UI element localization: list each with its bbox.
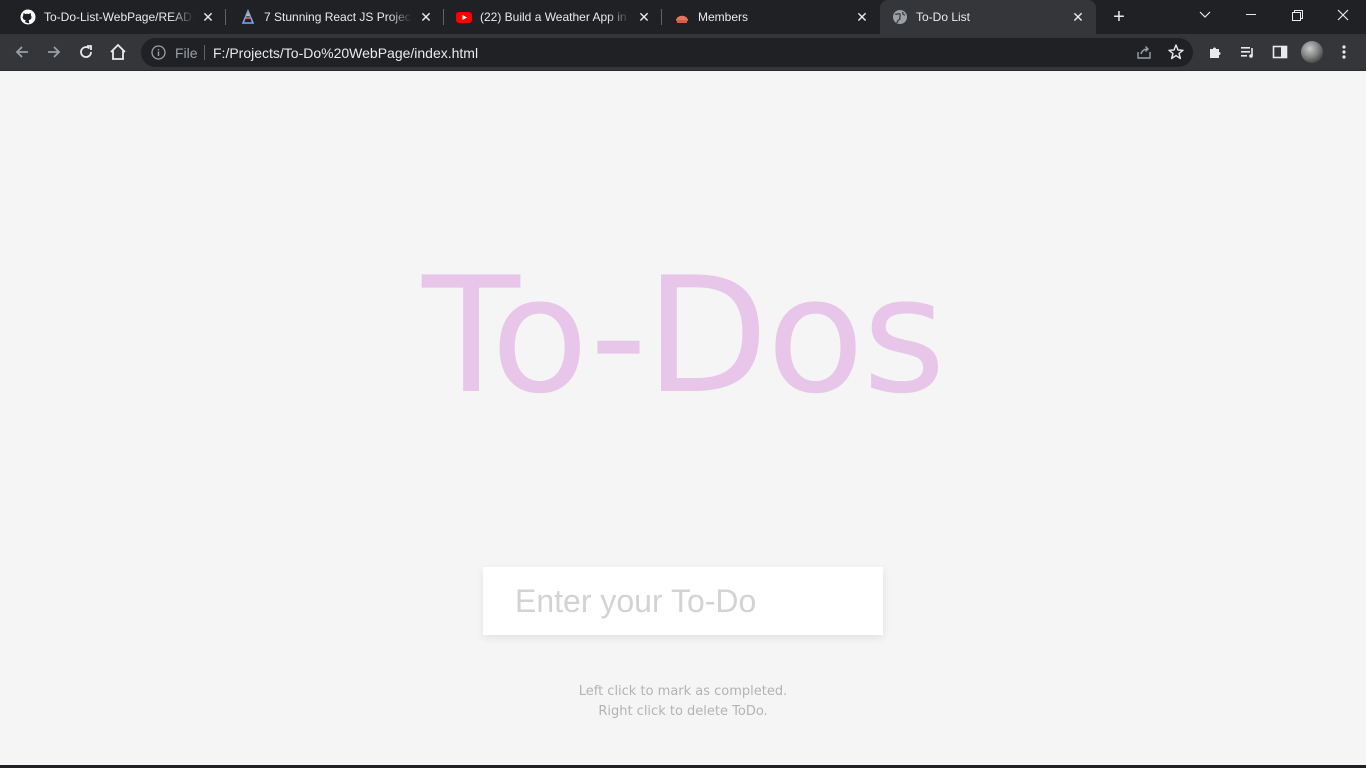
github-icon <box>20 9 36 25</box>
reload-icon[interactable] <box>73 39 99 65</box>
globe-icon <box>892 9 908 25</box>
forward-arrow-icon[interactable] <box>41 39 67 65</box>
tab-title: To-Do-List-WebPage/README.md <box>44 10 194 24</box>
tab-youtube-weather[interactable]: (22) Build a Weather App in React ✕ <box>444 0 662 34</box>
minimize-window-icon[interactable] <box>1228 0 1274 30</box>
media-queue-icon[interactable] <box>1235 39 1261 65</box>
tab-todo-list[interactable]: To-Do List ✕ <box>880 0 1096 34</box>
close-tab-icon[interactable]: ✕ <box>854 9 870 25</box>
more-menu-icon[interactable] <box>1331 39 1357 65</box>
scheme-label: File <box>175 45 198 61</box>
tab-title: (22) Build a Weather App in React <box>480 10 630 24</box>
youtube-icon <box>456 9 472 25</box>
tab-search-chevron-icon[interactable] <box>1182 0 1228 30</box>
close-window-icon[interactable] <box>1320 0 1366 30</box>
tab-members[interactable]: Members ✕ <box>662 0 880 34</box>
hint-right-click: Right click to delete ToDo. <box>598 704 768 719</box>
members-icon <box>674 9 690 25</box>
profile-avatar[interactable] <box>1301 41 1323 63</box>
close-tab-icon[interactable]: ✕ <box>418 9 434 25</box>
tab-title: To-Do List <box>916 10 971 24</box>
close-tab-icon[interactable]: ✕ <box>1070 9 1086 25</box>
side-panel-icon[interactable] <box>1267 39 1293 65</box>
url-text[interactable]: F:/Projects/To-Do%20WebPage/index.html <box>213 45 478 61</box>
close-tab-icon[interactable]: ✕ <box>636 9 652 25</box>
tab-title: 7 Stunning React JS Projects | ... <box>264 10 412 24</box>
share-icon[interactable] <box>1135 43 1153 61</box>
tab-strip: To-Do-List-WebPage/README.md ✕ 7 Stunnin… <box>0 0 1366 34</box>
page-title: To-Dos <box>422 242 946 429</box>
page-content: To-Dos Left click to mark as completed. … <box>0 71 1366 768</box>
restore-window-icon[interactable] <box>1274 0 1320 30</box>
back-arrow-icon[interactable] <box>9 39 35 65</box>
tab-title: Members <box>698 10 749 24</box>
new-tab-button[interactable]: + <box>1108 6 1130 28</box>
close-tab-icon[interactable]: ✕ <box>200 9 216 25</box>
browser-toolbar: File F:/Projects/To-Do%20WebPage/index.h… <box>0 34 1366 71</box>
home-icon[interactable] <box>105 39 131 65</box>
site-info-icon[interactable] <box>151 45 166 60</box>
react-projects-icon <box>240 9 256 25</box>
hint-left-click: Left click to mark as completed. <box>578 684 788 699</box>
address-bar[interactable]: File F:/Projects/To-Do%20WebPage/index.h… <box>141 38 1193 67</box>
tab-react-projects[interactable]: 7 Stunning React JS Projects | ... ✕ <box>226 0 444 34</box>
tab-github-readme[interactable]: To-Do-List-WebPage/README.md ✕ <box>0 0 226 34</box>
extensions-puzzle-icon[interactable] <box>1203 39 1229 65</box>
bookmark-star-icon[interactable] <box>1167 43 1185 61</box>
todo-input[interactable] <box>483 567 883 635</box>
